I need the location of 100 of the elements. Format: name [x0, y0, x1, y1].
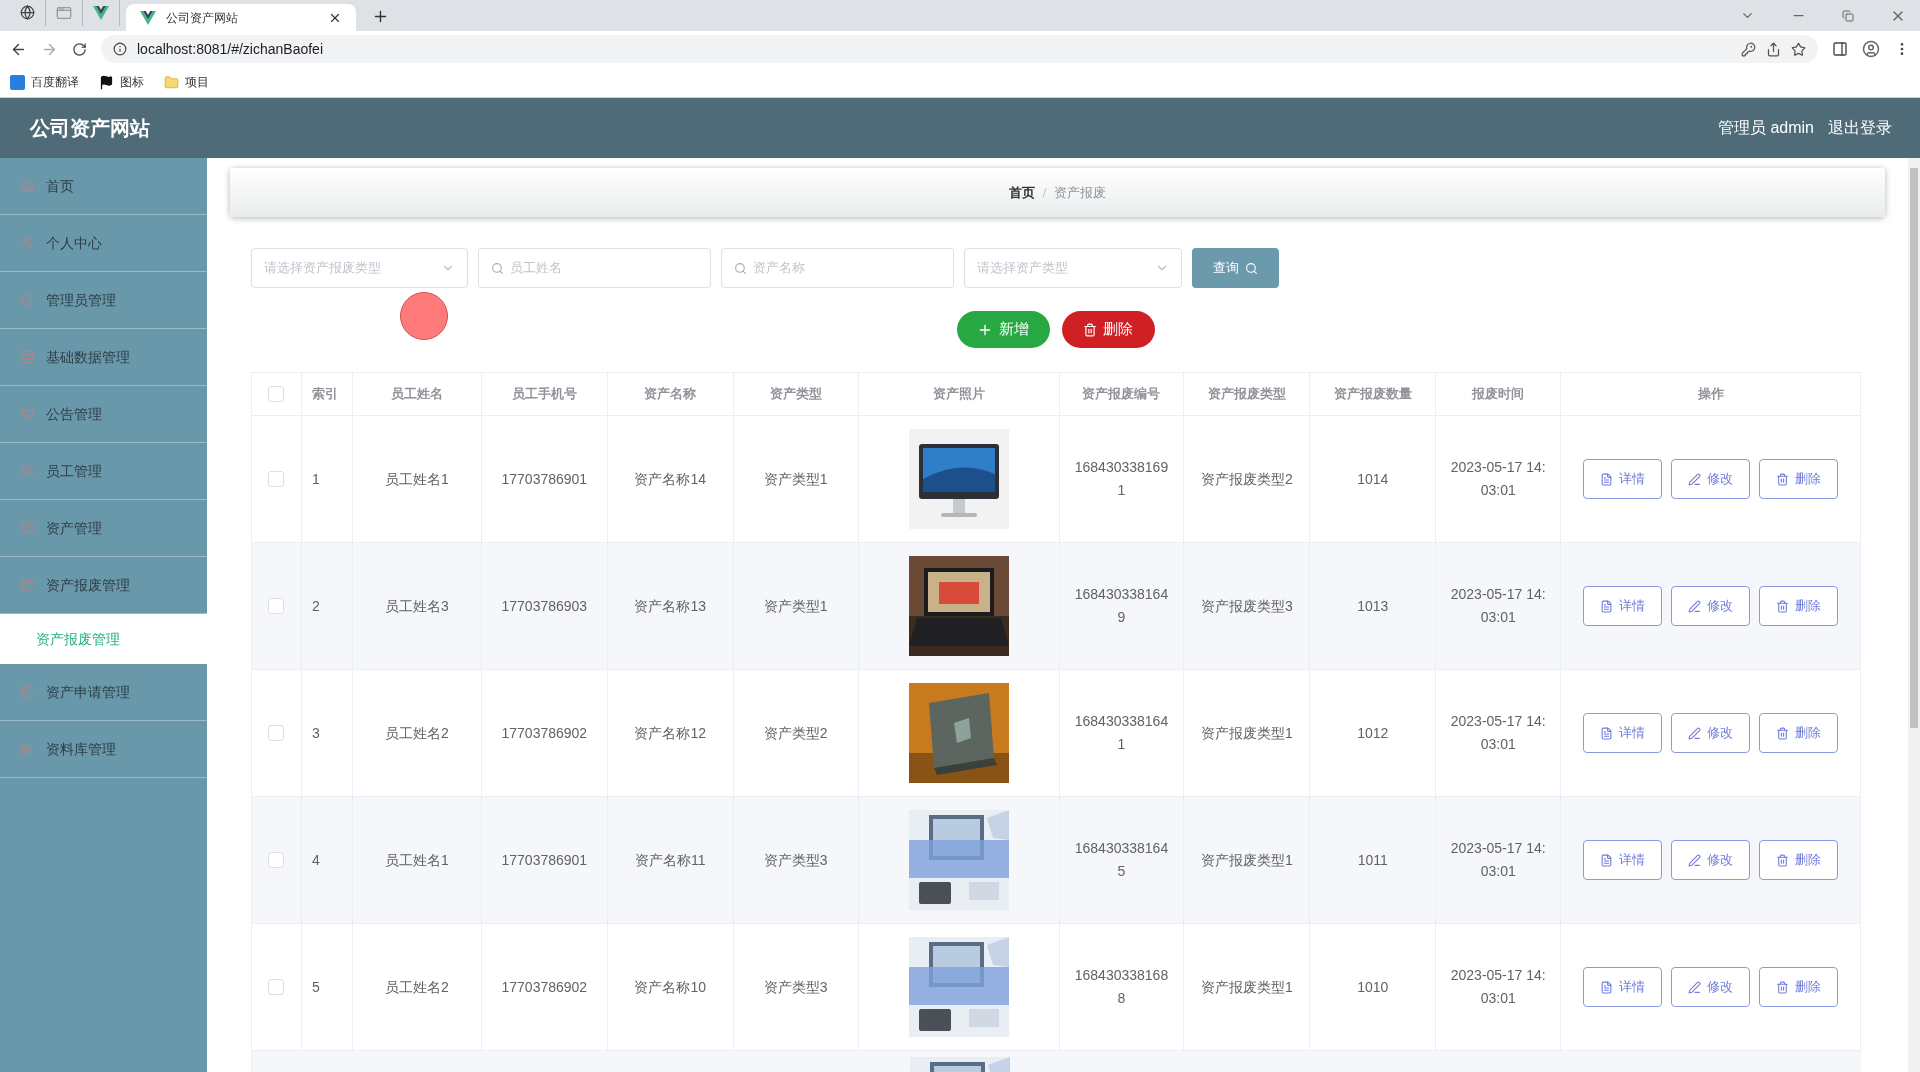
- breadcrumb-separator: /: [1042, 183, 1047, 202]
- delete-button[interactable]: 删除: [1759, 713, 1839, 753]
- globe-icon: [20, 5, 35, 20]
- document-icon: [1600, 980, 1614, 994]
- delete-button[interactable]: 删除: [1759, 967, 1839, 1007]
- column-header: 资产报废编号: [1059, 373, 1185, 415]
- share-icon[interactable]: [1766, 41, 1781, 57]
- table-cell-text: 4: [311, 850, 320, 870]
- trash-icon: [1083, 322, 1097, 337]
- detail-button[interactable]: 详情: [1583, 967, 1663, 1007]
- column-header: 员工姓名: [352, 373, 482, 415]
- table-cell-text: 17703786901: [501, 850, 588, 870]
- table-cell-text: 资产报废类型3: [1201, 596, 1293, 616]
- sidebar-item[interactable]: 资料库管理: [0, 721, 207, 778]
- trash-icon: [1776, 980, 1790, 994]
- logout-link[interactable]: 退出登录: [1828, 116, 1892, 140]
- document-icon: [1600, 726, 1614, 740]
- breadcrumb-item[interactable]: 首页: [1008, 182, 1035, 203]
- sidebar-item[interactable]: 管理员管理: [0, 272, 207, 329]
- bookmark-label: 图标: [120, 74, 144, 91]
- document-icon: [1600, 472, 1614, 486]
- table-cell-text: 员工姓名1: [385, 469, 449, 489]
- restore-icon[interactable]: [1842, 9, 1854, 22]
- table-cell-text: 资产类型3: [763, 850, 828, 870]
- delete-button[interactable]: 删除: [1759, 586, 1839, 626]
- column-header: 资产照片: [858, 373, 1060, 415]
- tab-title: 公司资产网站: [166, 9, 239, 27]
- table-cell-text: 1684303381641: [1073, 712, 1170, 754]
- address-bar[interactable]: localhost:8081/#/zichanBaofei: [101, 35, 1818, 63]
- detail-button[interactable]: 详情: [1583, 840, 1663, 880]
- star-icon[interactable]: [1791, 41, 1806, 57]
- sidebar-item[interactable]: 资产申请管理: [0, 664, 207, 721]
- sidebar-item[interactable]: 个人中心: [0, 215, 207, 272]
- checkbox[interactable]: [268, 852, 285, 868]
- key-icon[interactable]: [1741, 41, 1756, 57]
- table-cell-text: 3: [311, 723, 320, 743]
- sidebar-item[interactable]: 员工管理: [0, 443, 207, 500]
- checkbox[interactable]: [268, 979, 285, 995]
- edit-button[interactable]: 修改: [1671, 967, 1751, 1007]
- bookmark-label: 百度翻译: [31, 74, 79, 91]
- detail-button[interactable]: 详情: [1583, 586, 1663, 626]
- checkbox[interactable]: [268, 598, 285, 614]
- checkbox[interactable]: [268, 725, 285, 741]
- table-cell-text: 1: [311, 469, 320, 489]
- column-header: 报废时间: [1436, 373, 1562, 415]
- table-cell-text: 1012: [1357, 723, 1389, 743]
- bookmark[interactable]: 图标: [99, 73, 144, 91]
- search-icon: [734, 261, 747, 275]
- side-panel-icon[interactable]: [1832, 41, 1848, 57]
- table-cell-text: 1684303381645: [1073, 839, 1170, 881]
- sidebar-item[interactable]: 资产管理: [0, 500, 207, 557]
- trash-icon: [1776, 599, 1790, 613]
- delete-button[interactable]: 删除: [1759, 459, 1839, 499]
- edit-button[interactable]: 修改: [1671, 586, 1751, 626]
- column-header: 资产报废数量: [1310, 373, 1437, 415]
- sidebar-subitem[interactable]: 资产报废管理: [0, 614, 207, 664]
- table-cell-text: 资产类型1: [763, 596, 828, 616]
- column-header: 资产报废类型: [1184, 373, 1311, 415]
- table-cell-text: 1684303381649: [1073, 585, 1170, 627]
- table-cell-text: 1011: [1357, 850, 1388, 870]
- user-label: 管理员 admin: [1717, 118, 1814, 138]
- add-button[interactable]: 新增: [956, 311, 1050, 348]
- column-header: 员工手机号: [481, 373, 608, 415]
- scrollbar[interactable]: [1908, 158, 1920, 1072]
- table-cell-text: 17703786903: [501, 596, 588, 616]
- edit-button[interactable]: 修改: [1671, 459, 1751, 499]
- table-cell-text: 2: [311, 596, 320, 616]
- query-button[interactable]: 查询: [1192, 248, 1279, 288]
- table-cell-text: 1013: [1357, 596, 1389, 616]
- checkbox[interactable]: [268, 471, 285, 487]
- browser-tab[interactable]: 公司资产网站: [126, 4, 356, 31]
- table-cell-text: 员工姓名2: [385, 723, 449, 743]
- breadcrumb-item: 资产报废: [1054, 183, 1107, 202]
- profile-icon[interactable]: [1862, 40, 1880, 58]
- edit-button[interactable]: 修改: [1671, 840, 1751, 880]
- document-icon: [1600, 853, 1614, 867]
- document-icon: [1600, 599, 1614, 613]
- vue-logo-icon: [140, 10, 156, 25]
- pencil-icon: [1688, 853, 1702, 867]
- new-tab-icon[interactable]: [372, 8, 389, 25]
- sidebar-item[interactable]: 首页: [0, 158, 207, 215]
- column-header: 操作: [1561, 373, 1861, 415]
- table-cell-text: 资产名称11: [634, 850, 706, 870]
- reload-icon[interactable]: [72, 41, 87, 57]
- edit-button[interactable]: 修改: [1671, 713, 1751, 753]
- detail-button[interactable]: 详情: [1583, 459, 1663, 499]
- info-icon: [113, 42, 127, 56]
- delete-button[interactable]: 删除: [1061, 311, 1155, 348]
- bookmark[interactable]: 百度翻译: [10, 73, 79, 91]
- detail-button[interactable]: 详情: [1583, 713, 1663, 753]
- delete-button[interactable]: 删除: [1759, 840, 1839, 880]
- bookmark[interactable]: 项目: [164, 73, 209, 91]
- trash-icon: [1776, 726, 1790, 740]
- sidebar-item[interactable]: 基础数据管理: [0, 329, 207, 386]
- checkbox[interactable]: [268, 386, 285, 402]
- sidebar-item[interactable]: 公告管理: [0, 386, 207, 443]
- table-cell-text: 2023-05-17 14:03:01: [1450, 712, 1547, 754]
- page-icon: [56, 4, 72, 21]
- table-cell-text: 1684303381691: [1073, 458, 1170, 500]
- translate-icon: [10, 74, 25, 90]
